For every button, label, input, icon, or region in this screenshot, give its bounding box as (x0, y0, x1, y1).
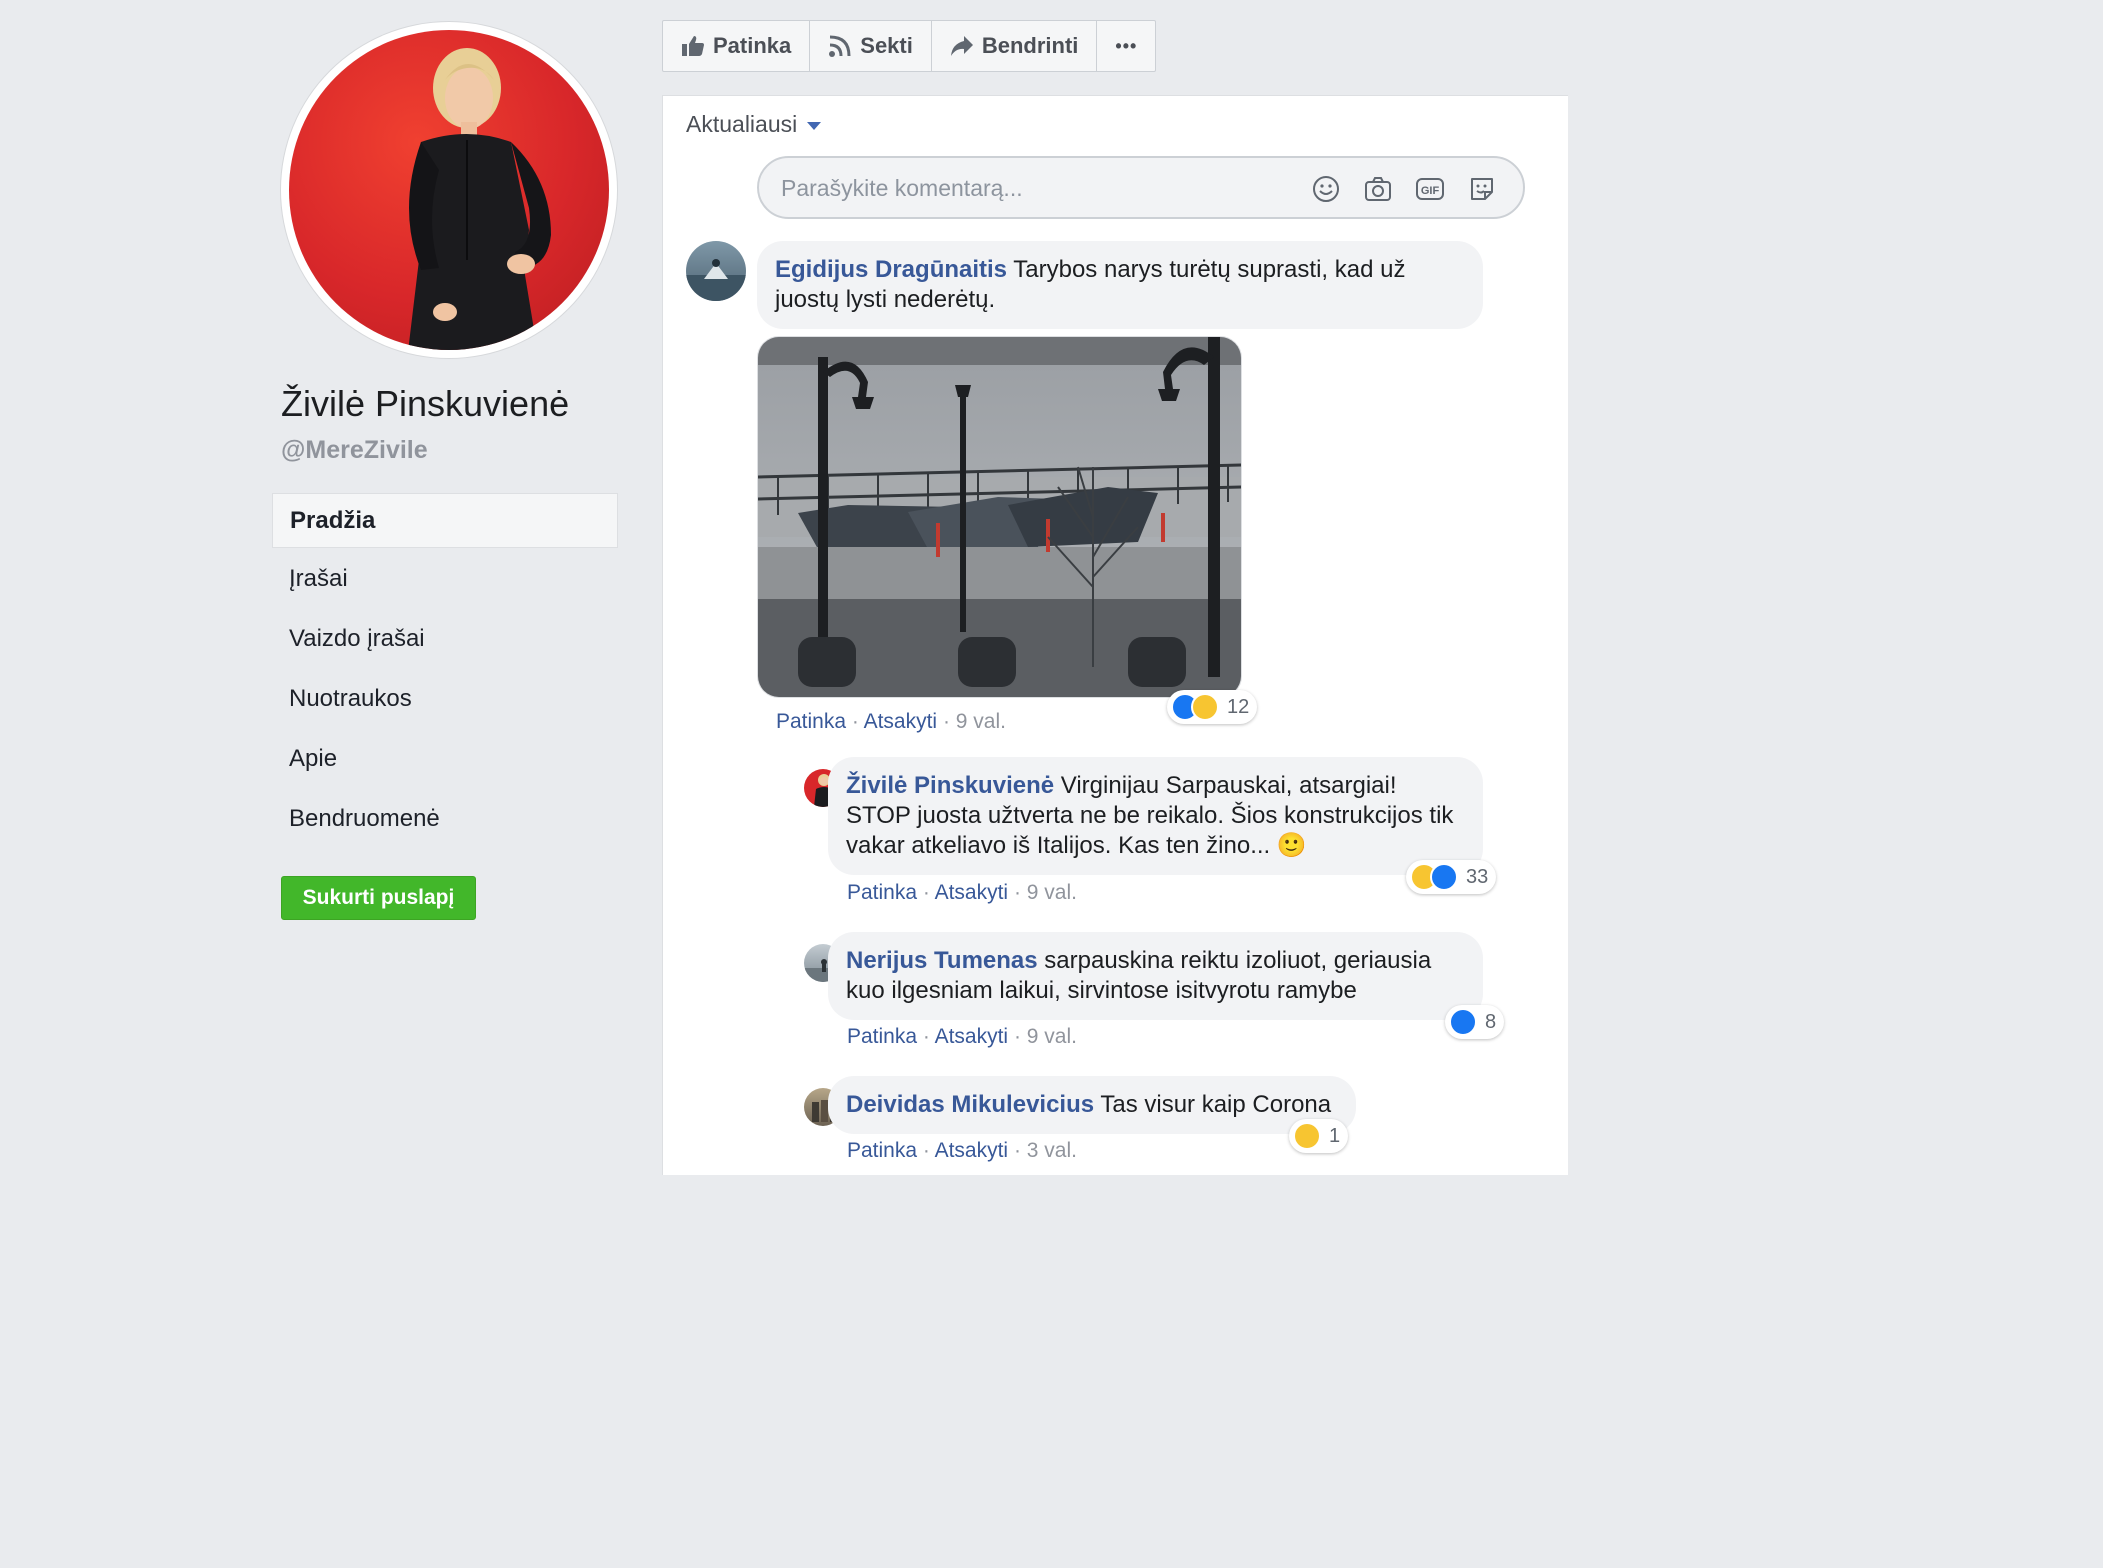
comment-reply-link[interactable]: Atsakyti (935, 1139, 1009, 1162)
page-sidebar: Živilė Pinskuvienė @MereZivile Pradžia Į… (0, 0, 638, 1170)
reaction-summary[interactable]: 33 (1406, 860, 1497, 894)
like-icon (1430, 863, 1458, 891)
rss-icon (829, 35, 851, 57)
emoji-icon[interactable] (1311, 174, 1341, 204)
profile-photo (289, 30, 609, 350)
reaction-summary[interactable]: 12 (1167, 690, 1258, 724)
nav-item-about[interactable]: Apie (272, 731, 618, 791)
camera-icon[interactable] (1363, 174, 1393, 204)
profile-picture[interactable] (281, 22, 617, 358)
share-page-label: Bendrinti (981, 33, 1079, 58)
comment-reply-link[interactable]: Atsakyti (935, 1025, 1009, 1048)
reaction-count: 8 (1485, 1010, 1497, 1033)
nav-item-videos[interactable]: Vaizdo įrašai (272, 611, 618, 671)
comment-actions: Patinka · Atsakyti · 3 val. (847, 1139, 1077, 1162)
comment-bubble: Nerijus Tumenas sarpauskina reiktu izoli… (828, 932, 1483, 1020)
comment-text: Tas visur kaip Corona (1100, 1091, 1332, 1118)
follow-page-button[interactable]: Sekti (810, 21, 932, 71)
comment-time[interactable]: 9 val. (1027, 1025, 1077, 1048)
comment-photo[interactable] (757, 336, 1242, 698)
sticker-icon[interactable] (1467, 174, 1497, 204)
reaction-summary[interactable]: 1 (1289, 1119, 1349, 1153)
gif-icon[interactable]: GIF (1415, 174, 1445, 204)
comment-reply-link[interactable]: Atsakyti (864, 710, 938, 733)
reaction-count: 33 (1466, 865, 1489, 888)
nav-item-photos[interactable]: Nuotraukos (272, 671, 618, 731)
svg-text:GIF: GIF (1421, 185, 1440, 197)
comment-actions: Patinka · Atsakyti · 9 val. (847, 881, 1077, 904)
comment-author[interactable]: Egidijus Dragūnaitis (775, 256, 1007, 283)
comment-like-link[interactable]: Patinka (847, 1139, 917, 1162)
sort-label: Aktualiausi (686, 111, 798, 137)
comment-time[interactable]: 9 val. (1027, 881, 1077, 904)
comment-composer: GIF (757, 156, 1525, 219)
comment-bubble: Živilė Pinskuvienė Virginijau Sarpauskai… (828, 757, 1483, 875)
comment-like-link[interactable]: Patinka (847, 1025, 917, 1048)
comment-author[interactable]: Živilė Pinskuvienė (846, 772, 1054, 799)
reaction-count: 12 (1227, 695, 1250, 718)
like-icon (1449, 1008, 1477, 1036)
reaction-count: 1 (1329, 1124, 1341, 1147)
nav-item-posts[interactable]: Įrašai (272, 551, 618, 611)
caret-down-icon (807, 121, 822, 130)
more-dots-icon: ••• (1115, 35, 1138, 56)
page-navigation: Pradžia Įrašai Vaizdo įrašai Nuotraukos … (272, 493, 618, 851)
comment-like-link[interactable]: Patinka (776, 710, 846, 733)
nav-item-home[interactable]: Pradžia (272, 493, 618, 548)
create-page-button[interactable]: Sukurti puslapį (281, 876, 476, 920)
more-options-button[interactable]: ••• (1097, 21, 1155, 71)
share-arrow-icon (950, 36, 973, 56)
share-page-button[interactable]: Bendrinti (932, 21, 1098, 71)
page-title: Živilė Pinskuvienė (281, 383, 570, 424)
like-page-label: Patinka (713, 33, 792, 58)
haha-icon (1293, 1122, 1321, 1150)
comment-time[interactable]: 3 val. (1027, 1139, 1077, 1162)
commenter-avatar[interactable] (686, 241, 746, 301)
like-page-button[interactable]: Patinka (663, 21, 811, 71)
comment-reply-link[interactable]: Atsakyti (935, 881, 1009, 904)
comment-sort-dropdown[interactable]: Aktualiausi (686, 111, 822, 138)
comment-bubble: Deividas Mikulevicius Tas visur kaip Cor… (828, 1076, 1356, 1134)
comment-author[interactable]: Nerijus Tumenas (846, 947, 1038, 974)
comment-actions: Patinka · Atsakyti · 9 val. (847, 1025, 1077, 1048)
comment-actions: Patinka · Atsakyti · 9 val. (776, 710, 1006, 733)
nav-item-community[interactable]: Bendruomenė (272, 791, 618, 851)
comment-bubble: Egidijus Dragūnaitis Tarybos narys turėt… (757, 241, 1483, 329)
page-action-bar: Patinka Sekti Bendrinti ••• (662, 20, 1157, 72)
comment-author[interactable]: Deividas Mikulevicius (846, 1091, 1094, 1118)
haha-icon (1191, 693, 1219, 721)
thumbs-up-icon (682, 36, 704, 56)
reaction-summary[interactable]: 8 (1445, 1005, 1505, 1039)
comments-card: Aktualiausi GIF Egidijus Dragūnaitis Tar… (662, 95, 1568, 1175)
page-handle[interactable]: @MereZivile (281, 436, 428, 465)
main-content: Patinka Sekti Bendrinti ••• Aktualiausi … (638, 0, 1568, 1175)
comment-time[interactable]: 9 val. (956, 710, 1006, 733)
comment-input[interactable] (781, 170, 1261, 206)
follow-page-label: Sekti (860, 33, 913, 58)
comment-like-link[interactable]: Patinka (847, 881, 917, 904)
